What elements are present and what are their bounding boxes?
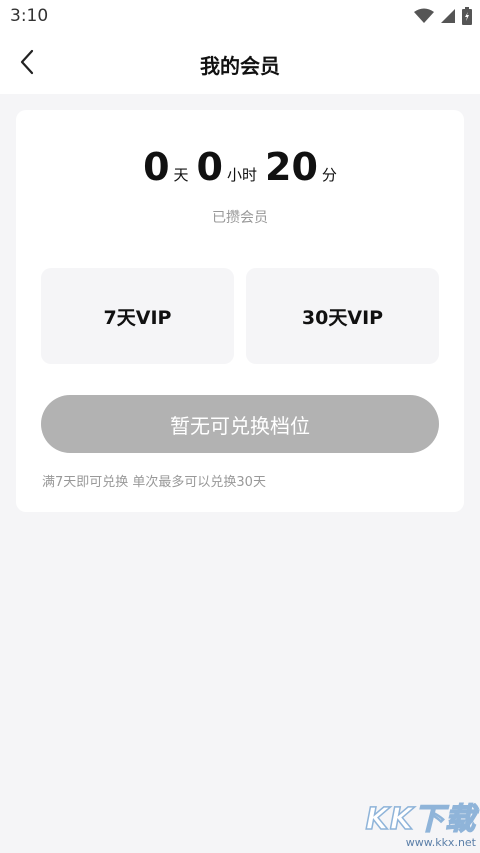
countdown-hours: 0 bbox=[196, 145, 223, 189]
countdown-days: 0 bbox=[143, 145, 170, 189]
countdown-minutes-unit: 分 bbox=[321, 166, 337, 184]
page-title: 我的会员 bbox=[200, 54, 280, 78]
plan-option-7-days[interactable]: 7天VIP bbox=[41, 268, 234, 364]
redeem-hint: 满7天即可兑换 单次最多可以兑换30天 bbox=[42, 475, 266, 490]
signal-icon bbox=[440, 8, 456, 24]
plan-option-30-days[interactable]: 30天VIP bbox=[246, 268, 439, 364]
plan-label: 7天VIP bbox=[103, 306, 172, 329]
watermark-logo: KK下载 bbox=[365, 801, 476, 838]
nav-bar: 我的会员 bbox=[0, 34, 480, 94]
screen: 3:10 我的会员 0 天 0 小时 20 分 已攒会员 7天VIP 30天VI… bbox=[0, 0, 480, 853]
membership-countdown: 0 天 0 小时 20 分 bbox=[16, 148, 464, 186]
watermark: KK下载 www.kkx.net bbox=[365, 794, 476, 849]
membership-card: 0 天 0 小时 20 分 已攒会员 7天VIP 30天VIP 暂无可兑换档位 … bbox=[16, 110, 464, 512]
countdown-days-unit: 天 bbox=[173, 166, 189, 184]
countdown-hours-unit: 小时 bbox=[227, 166, 258, 184]
countdown-minutes: 20 bbox=[265, 145, 318, 189]
battery-icon bbox=[462, 7, 472, 25]
status-time: 3:10 bbox=[10, 6, 49, 26]
plan-label: 30天VIP bbox=[301, 306, 384, 329]
wifi-icon bbox=[414, 8, 434, 24]
plan-options: 7天VIP 30天VIP bbox=[41, 268, 439, 364]
status-icons bbox=[414, 7, 472, 25]
status-bar: 3:10 bbox=[0, 0, 480, 34]
saved-membership-label: 已攒会员 bbox=[212, 210, 268, 226]
redeem-button[interactable]: 暂无可兑换档位 bbox=[41, 395, 439, 453]
